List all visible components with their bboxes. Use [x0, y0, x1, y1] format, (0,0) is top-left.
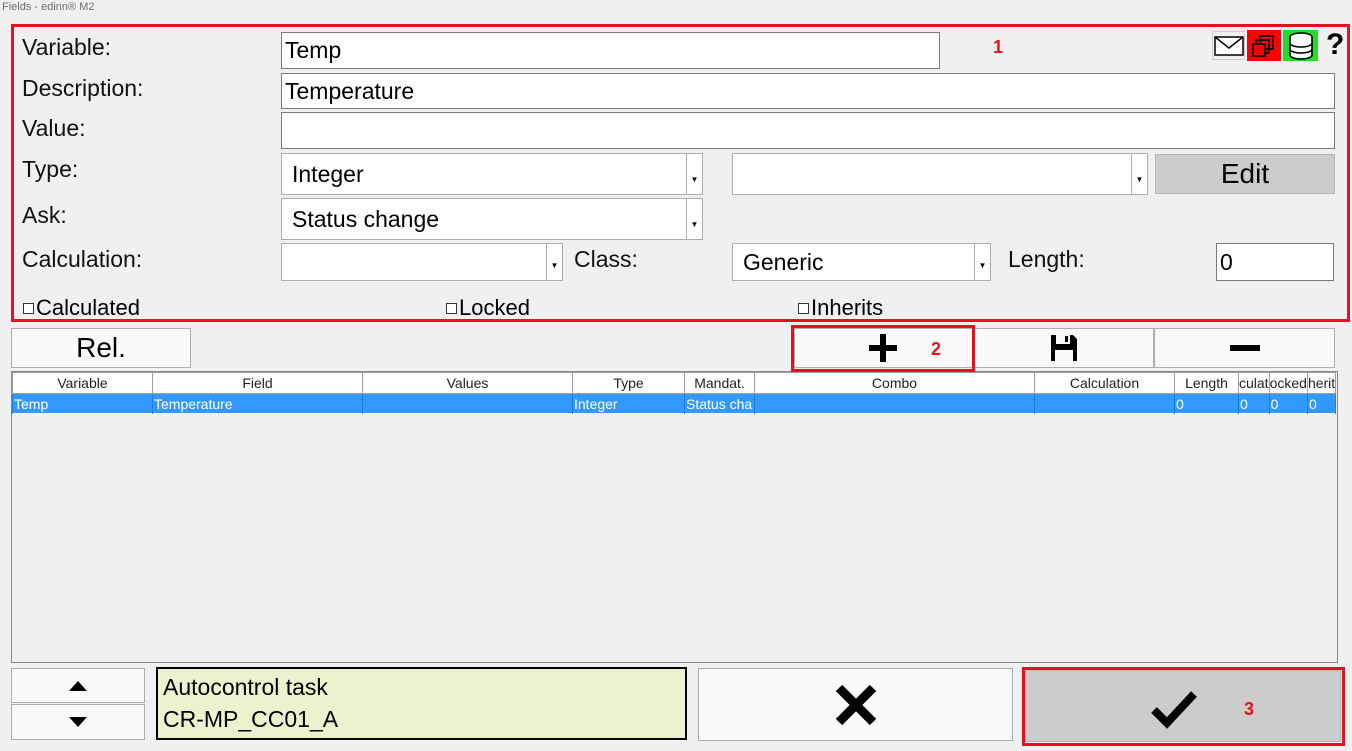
database-icon[interactable] [1283, 30, 1318, 61]
ask-label: Ask: [22, 202, 67, 228]
move-down-button[interactable] [11, 704, 145, 740]
cancel-button[interactable] [698, 668, 1013, 741]
column-header[interactable]: Mandat. [684, 372, 755, 394]
window-title: Fields - edinn® M2 [2, 1, 95, 13]
class-select[interactable]: Generic ▼ [732, 243, 991, 281]
triangle-up-icon [69, 680, 87, 691]
type-select[interactable]: Integer ▼ [281, 153, 703, 195]
locked-label: Locked [459, 295, 530, 320]
fields-table-container[interactable]: Variable Field Values Type Mandat. Combo… [11, 371, 1338, 663]
table-cell: Status cha [684, 393, 755, 414]
description-input[interactable]: Temperature [281, 73, 1335, 109]
column-header[interactable]: Values [362, 372, 573, 394]
value-input[interactable] [281, 112, 1335, 149]
length-input[interactable]: 0 [1216, 243, 1334, 281]
chevron-down-icon: ▼ [974, 244, 990, 280]
class-select-value: Generic [743, 248, 824, 275]
table-cell [1034, 393, 1175, 414]
table-cell [754, 393, 1035, 414]
annotation-label-2: 2 [931, 339, 942, 359]
copy-icon[interactable] [1247, 30, 1281, 61]
fields-table: Variable Field Values Type Mandat. Combo… [12, 372, 1337, 414]
annotation-label-3: 3 [1244, 699, 1255, 719]
confirm-button[interactable] [1025, 670, 1341, 742]
column-header[interactable]: Calculation [1034, 372, 1175, 394]
remove-button[interactable] [1154, 328, 1335, 368]
table-cell: 0 [1174, 393, 1239, 414]
mail-icon[interactable] [1212, 31, 1245, 60]
task-info-panel: Autocontrol task CR-MP_CC01_A [156, 667, 687, 740]
checkbox-box [446, 302, 457, 314]
check-icon [1151, 691, 1197, 729]
task-info-code: CR-MP_CC01_A [163, 706, 339, 732]
class-label: Class: [574, 246, 638, 272]
table-cell: 0 [1268, 393, 1308, 414]
value-label: Value: [22, 115, 86, 141]
table-cell: Temp [12, 393, 153, 414]
column-header[interactable]: Length [1174, 372, 1239, 394]
table-cell: 0 [1238, 393, 1270, 414]
variable-label: Variable: [22, 34, 112, 60]
table-cell: Integer [572, 393, 685, 414]
column-header[interactable]: Field [152, 372, 363, 394]
checkbox-box [798, 302, 809, 314]
chevron-down-icon: ▼ [686, 154, 702, 194]
ask-select[interactable]: Status change ▼ [281, 198, 703, 240]
add-button[interactable] [794, 328, 974, 368]
x-icon [835, 684, 876, 725]
chevron-down-icon: ▼ [1131, 154, 1147, 194]
triangle-down-icon [69, 717, 87, 727]
table-header-row: Variable Field Values Type Mandat. Combo… [12, 372, 1337, 394]
rel-button-label: Rel. [76, 332, 126, 363]
calculated-label: Calculated [36, 295, 140, 320]
table-cell: Temperature [152, 393, 363, 414]
move-up-button[interactable] [11, 668, 145, 703]
annotation-label-1: 1 [993, 37, 1004, 57]
type-select-value: Integer [292, 160, 364, 187]
table-row[interactable]: Temp Temperature Integer Status cha 0 0 … [12, 393, 1337, 414]
table-cell: 0 [1306, 393, 1337, 414]
calculation-label: Calculation: [22, 246, 143, 272]
column-header[interactable]: Combo [754, 372, 1035, 394]
floppy-icon [1051, 335, 1077, 361]
inherits-checkbox[interactable]: Inherits [798, 295, 883, 321]
chevron-down-icon: ▼ [686, 199, 702, 239]
edit-button[interactable]: Edit [1155, 154, 1335, 194]
rel-button[interactable]: Rel. [11, 328, 191, 368]
description-label: Description: [22, 75, 144, 101]
chevron-down-icon: ▼ [546, 244, 562, 280]
minus-icon [1229, 345, 1260, 351]
length-label: Length: [1008, 246, 1085, 272]
task-info-title: Autocontrol task [163, 674, 328, 700]
plus-icon [869, 334, 897, 362]
column-header[interactable]: Variable [12, 372, 153, 394]
save-button[interactable] [974, 328, 1154, 368]
column-header[interactable]: Type [572, 372, 685, 394]
table-cell [362, 393, 573, 414]
type-label: Type: [22, 156, 79, 182]
calculation-select[interactable]: ▼ [281, 243, 563, 281]
column-header[interactable]: herit [1306, 372, 1337, 394]
column-header[interactable]: ocked [1268, 372, 1308, 394]
inherits-label: Inherits [811, 295, 884, 320]
variable-input[interactable]: Temp [281, 32, 940, 69]
calculated-checkbox[interactable]: Calculated [23, 295, 140, 321]
type-secondary-select[interactable]: ▼ [732, 153, 1148, 195]
ask-select-value: Status change [292, 205, 440, 232]
edit-button-label: Edit [1220, 158, 1270, 189]
checkbox-box [23, 302, 34, 314]
help-icon[interactable]: ? [1326, 28, 1344, 62]
column-header[interactable]: culat [1238, 372, 1270, 394]
locked-checkbox[interactable]: Locked [446, 295, 530, 321]
